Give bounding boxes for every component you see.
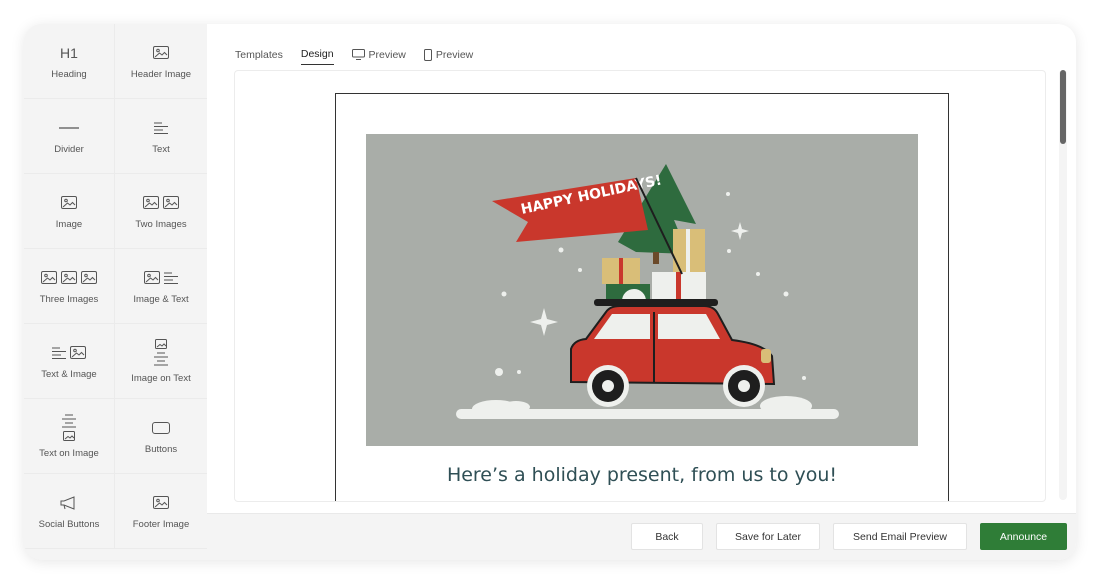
image-on-text-icon (154, 338, 168, 365)
editor-main: Templates Design Preview Preview HAPPY H… (207, 24, 1076, 560)
block-text-on-image[interactable]: Text on Image (24, 399, 115, 474)
send-email-preview-button[interactable]: Send Email Preview (833, 523, 967, 550)
button-icon (152, 421, 170, 434)
block-label: Footer Image (132, 518, 190, 530)
block-label: Three Images (39, 293, 99, 305)
tab-mobile-preview[interactable]: Preview (423, 48, 473, 65)
block-label: Buttons (144, 443, 178, 455)
block-label: Divider (54, 143, 84, 155)
action-bar: Back Save for Later Send Email Preview A… (207, 513, 1076, 560)
block-image-on-text[interactable]: Image on Text (115, 324, 207, 399)
three-images-icon (41, 268, 97, 288)
image-icon (41, 271, 57, 284)
block-label: Text on Image (39, 447, 99, 459)
image-icon (144, 271, 160, 284)
block-label: Text (152, 143, 170, 155)
email-canvas[interactable]: HAPPY HOLIDAYS! Here’s a holiday present… (234, 70, 1046, 502)
email-template: HAPPY HOLIDAYS! Here’s a holiday present… (335, 93, 949, 501)
block-two-images[interactable]: Two Images (115, 174, 207, 249)
image-text-icon (144, 268, 178, 288)
megaphone-icon (60, 495, 75, 510)
block-label: Social Buttons (38, 518, 100, 530)
image-icon (153, 46, 169, 59)
scroll-thumb[interactable] (1060, 70, 1066, 144)
block-label: Image & Text (133, 293, 189, 305)
holiday-car-illustration: HAPPY HOLIDAYS! (456, 164, 839, 419)
text-lines-icon (164, 272, 178, 284)
block-buttons[interactable]: Buttons (115, 399, 207, 474)
image-icon (163, 196, 179, 209)
text-lines-icon (154, 122, 168, 134)
block-text[interactable]: Text (115, 99, 207, 174)
block-palette: H1 Heading Header Image Divider Text Ima… (24, 24, 207, 560)
block-text-image[interactable]: Text & Image (24, 324, 115, 399)
image-icon (61, 196, 77, 209)
h1-icon: H1 (60, 44, 78, 61)
block-three-images[interactable]: Three Images (24, 249, 115, 324)
image-icon (70, 346, 86, 359)
tab-design[interactable]: Design (300, 48, 334, 65)
desktop-icon (351, 49, 365, 60)
text-image-icon (52, 343, 86, 363)
mobile-icon (423, 48, 432, 61)
app-window: H1 Heading Header Image Divider Text Ima… (24, 24, 1076, 560)
divider-icon (59, 126, 79, 129)
two-images-icon (143, 193, 179, 213)
block-label: Heading (51, 68, 87, 80)
block-header-image[interactable]: Header Image (115, 24, 207, 99)
image-icon (143, 196, 159, 209)
image-icon (81, 271, 97, 284)
holiday-hero-image[interactable]: HAPPY HOLIDAYS! (366, 134, 918, 446)
announce-button[interactable]: Announce (980, 523, 1067, 550)
editor-tabs: Templates Design Preview Preview (235, 48, 473, 65)
tab-desktop-preview[interactable]: Preview (351, 48, 406, 65)
image-icon (153, 496, 169, 509)
email-headline[interactable]: Here’s a holiday present, from us to you… (336, 464, 948, 486)
block-label: Image (55, 218, 83, 230)
text-on-image-icon (62, 414, 76, 441)
block-label: Header Image (130, 68, 192, 80)
block-label: Text & Image (41, 368, 97, 380)
block-label: Two Images (135, 218, 187, 230)
save-for-later-button[interactable]: Save for Later (716, 523, 820, 550)
text-lines-icon (52, 347, 66, 359)
block-image-text[interactable]: Image & Text (115, 249, 207, 324)
block-heading[interactable]: H1 Heading (24, 24, 115, 99)
block-divider[interactable]: Divider (24, 99, 115, 174)
block-label: Image on Text (131, 372, 191, 384)
canvas-scrollbar[interactable] (1059, 70, 1067, 500)
block-social-buttons[interactable]: Social Buttons (24, 474, 115, 549)
back-button[interactable]: Back (631, 523, 703, 550)
block-footer-image[interactable]: Footer Image (115, 474, 207, 549)
tab-templates[interactable]: Templates (235, 48, 283, 65)
block-image[interactable]: Image (24, 174, 115, 249)
image-icon (61, 271, 77, 284)
